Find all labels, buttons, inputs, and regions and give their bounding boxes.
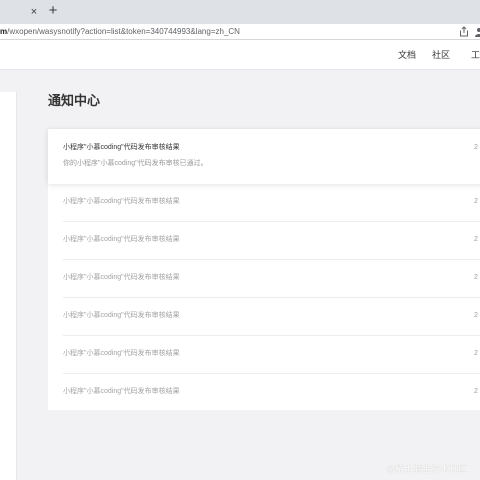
notice-list: 小程序"小慕coding"代码发布审核结果 2 你的小程序"小慕coding"代… [48,129,480,410]
notice-date: 2 [474,274,478,281]
notice-date: 2 [474,236,478,243]
notice-title: 小程序"小慕coding"代码发布审核结果 [63,274,180,281]
nav-community-link[interactable]: 社区 [432,49,450,61]
notice-item-expanded[interactable]: 小程序"小慕coding"代码发布审核结果 2 你的小程序"小慕coding"代… [48,129,480,184]
url-text[interactable]: m/wxopen/wasysnotify?action=list&token=3… [0,25,240,38]
notice-title: 小程序"小慕coding"代码发布审核结果 [63,388,180,395]
nav-docs-link[interactable]: 文档 [398,49,416,61]
notice-item[interactable]: 小程序"小慕coding"代码发布审核结果 2 [48,374,480,412]
notice-title: 小程序"小慕coding"代码发布审核结果 [63,350,180,357]
notice-title: 小程序"小慕coding"代码发布审核结果 [63,312,180,319]
notice-item[interactable]: 小程序"小慕coding"代码发布审核结果 2 [48,298,480,336]
notice-title: 小程序"小慕coding"代码发布审核结果 [63,198,180,205]
page-title: 通知中心 [48,93,101,108]
browser-tab-strip: × + [0,0,480,24]
notice-item[interactable]: 小程序"小慕coding"代码发布审核结果 2 [48,336,480,374]
address-bar[interactable]: m/wxopen/wasysnotify?action=list&token=3… [0,24,480,40]
notice-title: 小程序"小慕coding"代码发布审核结果 [63,144,180,151]
sidebar [0,92,17,480]
notice-title: 小程序"小慕coding"代码发布审核结果 [63,236,180,243]
nav-tools-link[interactable]: 工 [471,49,480,61]
url-path: /wxopen/wasysnotify?action=list&token=34… [7,27,240,36]
notice-date: 2 [474,144,478,151]
notice-description: 你的小程序"小慕coding"代码发布审核已通过。 [63,160,208,167]
notice-date: 2 [474,388,478,395]
notice-date: 2 [474,312,478,319]
plus-icon[interactable]: + [45,3,61,19]
notice-item[interactable]: 小程序"小慕coding"代码发布审核结果 2 [48,184,480,222]
notice-item[interactable]: 小程序"小慕coding"代码发布审核结果 2 [48,222,480,260]
notice-date: 2 [474,350,478,357]
profile-icon[interactable] [474,27,480,37]
share-icon[interactable] [459,26,469,37]
watermark: @稀土掘金技术社区 [386,464,468,474]
notice-date: 2 [474,198,478,205]
close-icon[interactable]: × [27,5,41,19]
notice-item[interactable]: 小程序"小慕coding"代码发布审核结果 2 [48,260,480,298]
top-navigation: 文档 社区 工 [0,40,480,70]
